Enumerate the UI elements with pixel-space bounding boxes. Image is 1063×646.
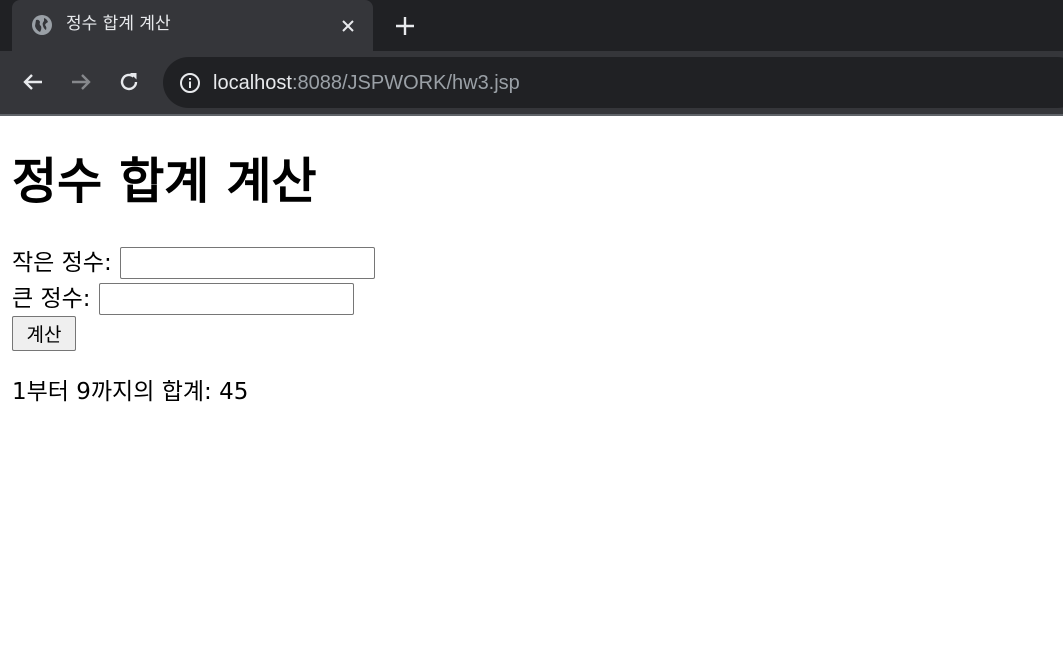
arrow-left-icon[interactable] — [19, 68, 47, 96]
large-integer-input[interactable] — [98, 283, 354, 315]
reload-icon[interactable] — [115, 68, 143, 96]
address-bar[interactable]: localhost:8088/JSPWORK/hw3.jsp — [163, 57, 1063, 108]
large-integer-label: 큰 정수: — [12, 286, 91, 312]
arrow-right-icon[interactable] — [67, 68, 95, 96]
url-host: localhost — [213, 72, 292, 94]
url-path: :8088/JSPWORK/hw3.jsp — [291, 72, 520, 94]
large-integer-row: 큰 정수: — [12, 283, 354, 315]
browser-tab[interactable]: 정수 합계 계산 — [12, 0, 373, 51]
globe-icon — [31, 14, 53, 36]
info-icon[interactable] — [178, 71, 202, 95]
plus-icon[interactable] — [391, 12, 419, 40]
browser-toolbar: localhost:8088/JSPWORK/hw3.jsp — [0, 51, 1063, 114]
url-text: localhost:8088/JSPWORK/hw3.jsp — [213, 70, 520, 96]
small-integer-label: 작은 정수: — [12, 250, 112, 276]
calculate-button[interactable]: 계산 — [12, 316, 76, 351]
small-integer-row: 작은 정수: — [12, 247, 375, 279]
tab-strip: 정수 합계 계산 — [0, 0, 1063, 51]
sum-result: 1부터 9까지의 합계: 45 — [12, 379, 249, 405]
tab-title: 정수 합계 계산 — [66, 14, 171, 34]
small-integer-input[interactable] — [119, 247, 375, 279]
close-icon[interactable] — [337, 15, 359, 37]
page-title: 정수 합계 계산 — [12, 153, 317, 210]
page-content: 정수 합계 계산 작은 정수: 큰 정수: 계산 1부터 9까지의 합계: 45 — [0, 116, 1063, 646]
